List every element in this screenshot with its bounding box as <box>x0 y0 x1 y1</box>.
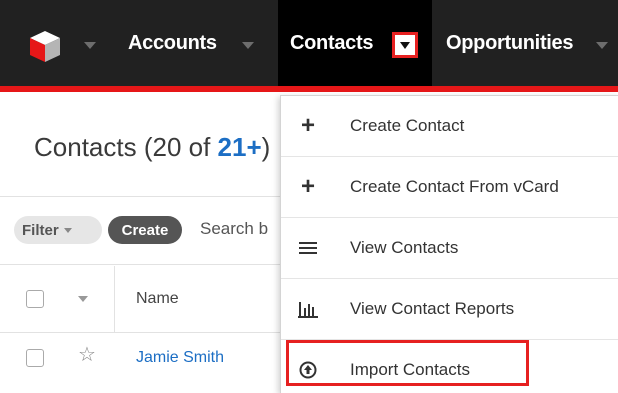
create-label: Create <box>121 221 169 239</box>
nav-contacts-label: Contacts <box>290 31 374 54</box>
filter-label: Filter <box>22 221 59 239</box>
select-all-checkbox[interactable] <box>26 290 44 308</box>
page-title-text: Contacts (20 of <box>34 132 218 162</box>
column-divider <box>114 266 115 332</box>
bar-chart-icon <box>297 298 319 320</box>
nav-accounts-label: Accounts <box>128 31 217 54</box>
divider <box>0 332 290 333</box>
search-placeholder: Search b <box>200 219 269 238</box>
column-header-name[interactable]: Name <box>136 290 179 308</box>
contacts-menu-dropdown-button[interactable] <box>392 32 418 58</box>
create-filter-button[interactable]: Create <box>108 216 182 244</box>
record-count-link[interactable]: 21+ <box>218 132 262 162</box>
nav-opportunities[interactable]: Opportunities <box>446 0 574 86</box>
nav-opportunities-label: Opportunities <box>446 31 574 54</box>
divider <box>0 264 290 265</box>
page-title-suffix: ) <box>261 132 271 162</box>
menu-item-view-contact-reports[interactable]: View Contact Reports <box>281 279 618 339</box>
chevron-down-icon <box>400 42 410 49</box>
nav-accounts[interactable]: Accounts <box>128 0 217 86</box>
menu-item-create-contact-vcard[interactable]: + Create Contact From vCard <box>281 157 618 217</box>
plus-icon: + <box>300 112 315 139</box>
table-row-name-link[interactable]: Jamie Smith <box>136 349 224 367</box>
menu-item-label: Create Contact <box>350 116 465 135</box>
logo-menu-chevron-icon[interactable] <box>84 42 96 49</box>
nav-accent-bar <box>0 86 618 92</box>
list-icon <box>297 237 319 259</box>
plus-icon: + <box>300 173 315 200</box>
menu-item-label: Create Contact From vCard <box>350 177 559 196</box>
opportunities-menu-chevron-icon[interactable] <box>596 42 608 49</box>
top-navigation-bar: Accounts Contacts Opportunities <box>0 0 618 92</box>
menu-item-create-contact[interactable]: + Create Contact <box>281 96 618 156</box>
search-input[interactable]: Search b <box>200 219 268 239</box>
menu-item-label: View Contact Reports <box>350 299 515 318</box>
menu-item-label: View Contacts <box>350 238 459 257</box>
import-contacts-highlight-box <box>286 340 529 386</box>
menu-item-view-contacts[interactable]: View Contacts <box>281 218 618 278</box>
mass-actions-chevron-icon[interactable] <box>78 296 88 302</box>
divider <box>0 196 290 197</box>
filter-button[interactable]: Filter <box>14 216 102 244</box>
favorite-star-icon[interactable]: ☆ <box>78 345 96 365</box>
accounts-menu-chevron-icon[interactable] <box>242 42 254 49</box>
row-checkbox[interactable] <box>26 349 44 367</box>
chevron-down-icon <box>63 227 72 233</box>
page-title: Contacts (20 of 21+) <box>34 132 270 163</box>
sugar-logo-icon[interactable] <box>28 29 62 63</box>
